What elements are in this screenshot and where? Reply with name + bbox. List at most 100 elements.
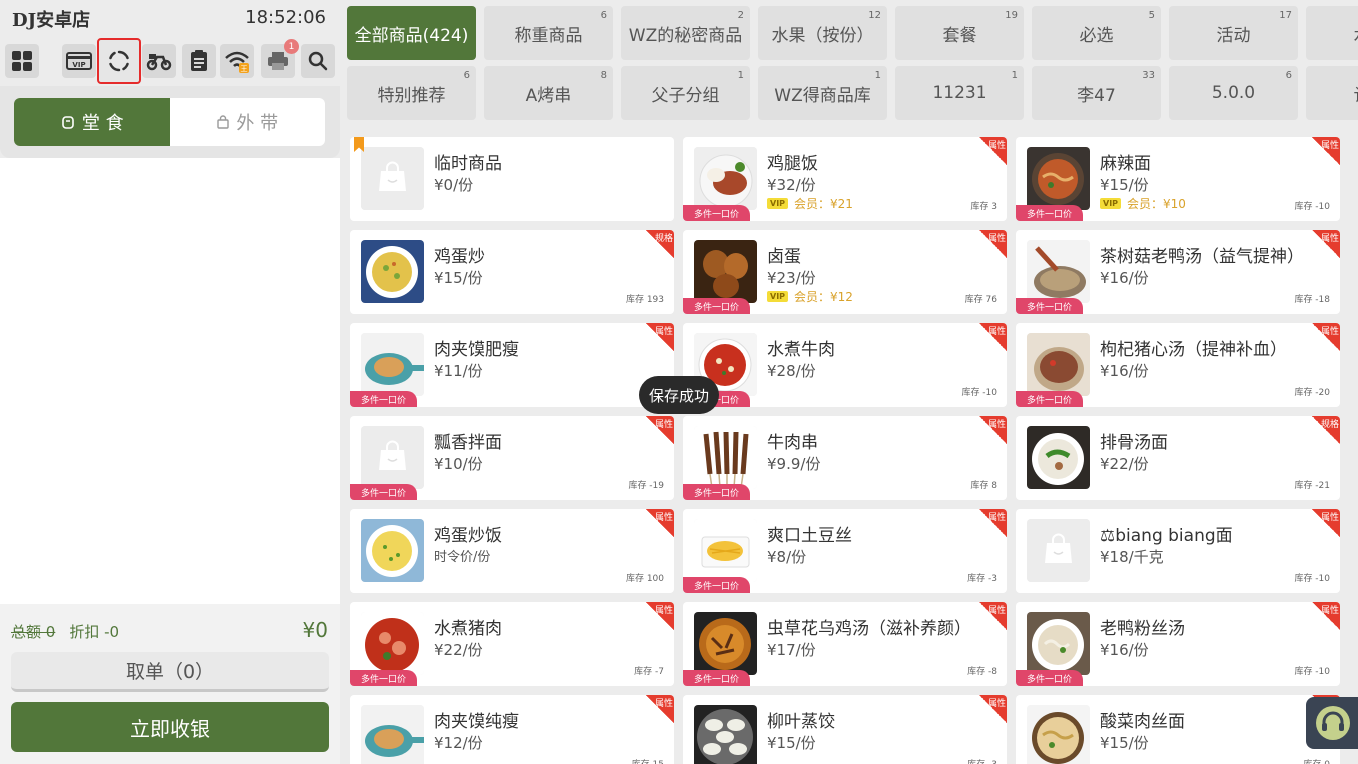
- stock-label: 库存 -10: [1294, 667, 1330, 677]
- category-tab[interactable]: 水果（按份） 12: [758, 6, 887, 60]
- multi-price-badge: 多件一口价: [350, 484, 417, 500]
- product-price: ¥15/份: [1100, 176, 1149, 194]
- category-tab[interactable]: 李47 33: [1032, 66, 1161, 120]
- corner-tag-label: 属性: [987, 606, 1006, 616]
- product-card[interactable]: 鸡腿饭 ¥32/份 VIP 会员：¥21 库存 3 多件一口价 属性: [683, 137, 1007, 221]
- product-card[interactable]: 虫草花乌鸡汤（滋补养颜） ¥17/份 库存 -8 多件一口价 属性: [683, 602, 1007, 686]
- category-tab[interactable]: 父子分组 1: [621, 66, 750, 120]
- corner-tag-label: 属性: [987, 699, 1006, 709]
- clipboard-icon[interactable]: [182, 44, 216, 78]
- member-price: VIP 会员：¥21: [767, 195, 853, 212]
- product-image: [361, 426, 424, 489]
- printer-icon[interactable]: 1: [261, 39, 299, 78]
- category-label: A烤串: [525, 85, 572, 106]
- product-card[interactable]: 鸡蛋炒饭 时令价/份 库存 100 属性: [350, 509, 674, 593]
- product-card[interactable]: 肉夹馍纯瘦 ¥12/份库存 15 属性: [350, 695, 674, 764]
- store-name: DJ安卓店: [12, 10, 91, 31]
- product-image: [1027, 240, 1090, 303]
- product-card[interactable]: 爽口土豆丝 ¥8/份 库存 -3 多件一口价 属性: [683, 509, 1007, 593]
- product-image: [361, 147, 424, 210]
- product-price: ¥18/千克: [1100, 548, 1164, 566]
- category-tab[interactable]: 称重商品 6: [484, 6, 613, 60]
- category-tab[interactable]: A烤串 8: [484, 66, 613, 120]
- takeaway-tab[interactable]: 外 带: [170, 98, 326, 146]
- product-card[interactable]: 水煮牛肉¥28/份库存 -10多件一口价属性: [683, 323, 1007, 407]
- product-card[interactable]: 麻辣面 ¥15/份 VIP 会员：¥10 库存 -10 多件一口价 属性: [1016, 137, 1340, 221]
- category-tab[interactable]: 5.0.0 6: [1169, 66, 1298, 120]
- category-label: 称重商品: [514, 25, 583, 46]
- corner-tag: 属性: [979, 602, 1007, 630]
- member-price: VIP 会员：¥10: [1100, 195, 1186, 212]
- corner-tag: 属性: [646, 416, 674, 444]
- product-image: [1027, 426, 1090, 489]
- product-card[interactable]: ⚖biang biang面 ¥18/千克 库存 -10 属性: [1016, 509, 1340, 593]
- product-image: [1027, 333, 1090, 396]
- search-icon[interactable]: [301, 44, 335, 78]
- product-image: [1027, 519, 1090, 582]
- product-price: ¥8/份: [767, 548, 807, 566]
- category-tab[interactable]: WZ得商品库 1: [758, 66, 887, 120]
- category-tab[interactable]: 套餐 19: [895, 6, 1024, 60]
- stock-label: 库存 -7: [634, 667, 664, 677]
- product-card[interactable]: 排骨汤面 ¥22/份 库存 -21 规格: [1016, 416, 1340, 500]
- wifi-icon[interactable]: 王: [220, 44, 254, 78]
- multi-price-badge: 多件一口价: [1016, 205, 1083, 221]
- corner-tag: 属性: [646, 602, 674, 630]
- category-count: 1: [874, 70, 881, 81]
- product-card[interactable]: 枸杞猪心汤（提神补血） ¥16/份 库存 -20 多件一口价 属性: [1016, 323, 1340, 407]
- category-tab[interactable]: 活动 17: [1169, 6, 1298, 60]
- product-card[interactable]: 老鸭粉丝汤 ¥16/份 库存 -10 多件一口价 属性: [1016, 602, 1340, 686]
- category-label: 特别推荐: [377, 85, 446, 106]
- dine-in-tab[interactable]: 堂 食: [14, 98, 170, 146]
- multi-price-badge: 多件一口价: [350, 391, 417, 407]
- product-price: ¥15/份: [1100, 734, 1149, 752]
- corner-tag: 属性: [646, 509, 674, 537]
- stock-label: 库存 -20: [1294, 388, 1330, 398]
- member-price-label: 会员：¥12: [794, 290, 853, 304]
- product-image: [694, 612, 757, 675]
- checkout-button[interactable]: 立即收银: [11, 702, 329, 752]
- product-card[interactable]: 卤蛋 ¥23/份 VIP 会员：¥12 库存 76 多件一口价 属性: [683, 230, 1007, 314]
- customer-service-button[interactable]: [1306, 697, 1358, 749]
- product-card[interactable]: 酸菜肉丝面¥15/份库存 0属性: [1016, 695, 1340, 764]
- refresh-icon[interactable]: [97, 38, 141, 84]
- product-card[interactable]: 肉夹馍肥瘦¥11/份库存多件一口价属性: [350, 323, 674, 407]
- product-card[interactable]: 牛肉串 ¥9.9/份 库存 8 多件一口价 属性: [683, 416, 1007, 500]
- product-name: 老鸭粉丝汤: [1100, 619, 1185, 639]
- product-card[interactable]: 柳叶蒸饺 ¥15/份库存 -3 属性: [683, 695, 1007, 764]
- product-price: ¥16/份: [1100, 362, 1149, 380]
- product-card[interactable]: 瓢香拌面 ¥10/份 库存 -19 多件一口价 属性: [350, 416, 674, 500]
- order-totals: 总额 0 折扣 -0: [11, 621, 119, 642]
- vip-card-icon[interactable]: VIP: [62, 44, 96, 78]
- product-card[interactable]: 水煮猪肉 ¥22/份 库存 -7 多件一口价 属性: [350, 602, 674, 686]
- category-tab[interactable]: 特别推荐 6: [347, 66, 476, 120]
- product-card[interactable]: 鸡蛋炒 ¥15/份 库存 193 规格: [350, 230, 674, 314]
- stock-label: 库存 8: [970, 481, 997, 491]
- corner-tag-label: 规格: [1320, 420, 1339, 430]
- grid-icon[interactable]: [5, 44, 39, 78]
- product-grid: 临时商品 ¥0/份 鸡腿饭 ¥32/份 VIP 会员：¥21 库存 3 多件一口价 属性 麻辣面 ¥…: [340, 128, 1358, 764]
- category-tab[interactable]: 11231 1: [895, 66, 1024, 120]
- product-card[interactable]: 茶树菇老鸭汤（益气提神） ¥16/份 库存 -18 多件一口价 属性: [1016, 230, 1340, 314]
- category-tab[interactable]: 必选 5: [1032, 6, 1161, 60]
- product-name: 茶树菇老鸭汤（益气提神）: [1100, 247, 1304, 267]
- category-count: 19: [1005, 10, 1018, 21]
- corner-tag-label: 属性: [654, 513, 673, 523]
- product-price: ¥10/份: [434, 455, 483, 473]
- corner-tag: 属性: [1312, 230, 1340, 258]
- printer-badge: 1: [284, 39, 299, 54]
- category-count: 8: [600, 70, 607, 81]
- product-image: [361, 705, 424, 764]
- category-tab[interactable]: 计算: [1306, 66, 1358, 120]
- stock-label: 库存 -10: [1294, 574, 1330, 584]
- category-tab[interactable]: 水果: [1306, 6, 1358, 60]
- product-image: [361, 519, 424, 582]
- retrieve-order-button[interactable]: 取单（0）: [11, 652, 329, 692]
- corner-tag: 属性: [979, 230, 1007, 258]
- delivery-icon[interactable]: [142, 44, 176, 78]
- product-price: ¥9.9/份: [767, 455, 821, 473]
- category-tab[interactable]: WZ的秘密商品 2: [621, 6, 750, 60]
- category-tab[interactable]: 全部商品(424): [347, 6, 476, 60]
- product-card[interactable]: 临时商品 ¥0/份: [350, 137, 674, 221]
- bookmark-icon: [354, 137, 364, 152]
